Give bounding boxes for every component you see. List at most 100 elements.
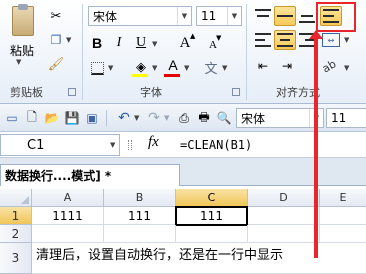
cell-d1[interactable] [248, 207, 320, 225]
print-preview-icon[interactable]: ⎙ [176, 110, 192, 126]
copy-dropdown-icon[interactable]: ▼ [66, 36, 71, 44]
annotation-highlight-box [316, 2, 356, 32]
workbook-tab[interactable]: 数据换行....模式] * [0, 164, 180, 186]
shrink-arrow-icon: ▼ [216, 34, 222, 42]
cell-a3-text: 清理后，设置自动换行，还是在一行中显示 [36, 247, 284, 263]
ribbon: 粘贴 ▼ ✂ ❐ ▼ 🖌 剪贴板 宋体 ▼ 11 ▼ B I U ▼ A ▲ A… [0, 0, 366, 104]
new-file-icon[interactable]: ▭ [4, 110, 20, 126]
top-align-button[interactable] [252, 6, 274, 26]
font-launcher-icon[interactable] [232, 88, 240, 96]
group-divider [246, 4, 247, 100]
column-header-d[interactable]: D [248, 189, 320, 207]
font-color-swatch [164, 74, 180, 77]
undo-dropdown-icon[interactable]: ▼ [134, 114, 139, 122]
font-name-select[interactable]: 宋体 ▼ [88, 6, 192, 26]
redo-dropdown-icon[interactable]: ▼ [164, 114, 169, 122]
redo-icon[interactable]: ↷ [146, 110, 162, 126]
formula-input[interactable]: =CLEAN(B1) [176, 134, 366, 156]
column-header-b[interactable]: B [104, 189, 176, 207]
paste-label[interactable]: 粘贴 [10, 42, 34, 59]
decrease-indent-icon[interactable]: ⇤ [254, 58, 272, 74]
column-header-c[interactable]: C [176, 189, 248, 207]
font-size-select[interactable]: 11 ▼ [196, 6, 242, 26]
clipboard-launcher-icon[interactable] [68, 88, 76, 96]
font-size-value: 11 [201, 9, 217, 23]
splitter-handle[interactable] [128, 140, 132, 150]
align-center-icon [277, 33, 293, 47]
clipboard-group-label: 剪贴板 [10, 86, 43, 99]
font-name-value: 宋体 [93, 9, 118, 24]
insert-function-button[interactable]: fx [148, 134, 159, 151]
undo-icon[interactable]: ↶ [116, 110, 132, 126]
bold-button[interactable]: B [88, 34, 106, 52]
qat-font-size-select[interactable]: 11 [326, 108, 366, 128]
chevron-down-icon[interactable]: ▼ [227, 7, 241, 25]
name-box[interactable]: C1 [0, 134, 120, 156]
corner-triangle-icon [21, 196, 29, 204]
grow-arrow-icon: ▲ [190, 32, 196, 40]
middle-align-icon [277, 9, 293, 23]
cell-c1[interactable]: 111 [175, 206, 248, 226]
middle-align-button[interactable] [274, 6, 296, 26]
merge-center-button[interactable]: ↔ [320, 30, 342, 50]
zoom-icon[interactable]: 🔍 [216, 110, 232, 126]
row-header-3[interactable]: 3 [0, 243, 32, 274]
bottom-align-icon [299, 9, 315, 23]
orientation-icon[interactable]: ab [317, 55, 341, 78]
quick-access-toolbar: ▭ 🗋 📂 💾 ▣ ↶ ▼ ↷ ▼ ⎙ 🖶 🔍 宋体 ▼ 11 [0, 104, 366, 132]
increase-indent-icon[interactable]: ⇥ [278, 58, 296, 74]
cell-e2[interactable] [320, 225, 366, 243]
borders-dropdown-icon[interactable]: ▼ [108, 64, 113, 72]
align-left-icon [255, 33, 271, 47]
open-folder-icon[interactable]: 📂 [44, 110, 60, 126]
qat-font-size-value: 11 [331, 111, 347, 125]
cell-e1[interactable] [320, 207, 366, 225]
cell-c2[interactable] [176, 225, 248, 243]
formula-bar: C1 ▼ fx =CLEAN(B1) [0, 132, 366, 158]
column-header-a[interactable]: A [32, 189, 104, 207]
qat-font-name-select[interactable]: 宋体 ▼ [236, 108, 324, 128]
fill-color-dropdown-icon[interactable]: ▼ [152, 64, 157, 72]
format-painter-icon[interactable]: 🖌 [48, 56, 65, 72]
row-header-2[interactable]: 2 [0, 225, 32, 243]
underline-dropdown-icon[interactable]: ▼ [152, 40, 157, 48]
toolbar-divider [106, 110, 107, 126]
save-icon[interactable]: 💾 [64, 110, 80, 126]
orientation-dropdown-icon[interactable]: ▼ [344, 64, 349, 72]
paste-dropdown-icon[interactable]: ▼ [16, 58, 21, 66]
chevron-down-icon[interactable]: ▼ [177, 7, 191, 25]
phonetic-dropdown-icon[interactable]: ▼ [222, 64, 227, 72]
qat-font-name-value: 宋体 [241, 111, 266, 126]
cell-a2[interactable] [32, 225, 104, 243]
new-doc-icon[interactable]: 🗋 [24, 110, 40, 126]
cell-b2[interactable] [104, 225, 176, 243]
underline-button[interactable]: U [132, 34, 150, 52]
italic-button[interactable]: I [110, 34, 128, 52]
merge-dropdown-icon[interactable]: ▼ [344, 36, 349, 44]
name-box-dropdown-icon[interactable]: ▼ [110, 141, 115, 149]
merge-center-icon: ↔ [322, 33, 340, 47]
fill-color-swatch [132, 74, 148, 77]
column-header-e[interactable]: E [320, 189, 366, 207]
align-center-button[interactable] [274, 30, 296, 50]
phonetic-icon[interactable]: 文 [202, 58, 220, 77]
cell-b1[interactable]: 111 [104, 207, 176, 225]
annotation-arrowhead-icon [309, 30, 323, 39]
row-header-1[interactable]: 1 [0, 207, 32, 225]
cell-a1[interactable]: 1111 [32, 207, 104, 225]
select-all-corner[interactable] [0, 189, 32, 207]
print-icon[interactable]: 🖶 [196, 110, 212, 126]
copy-icon[interactable]: ❐ [48, 32, 64, 48]
bottom-align-button[interactable] [296, 6, 318, 26]
group-divider [82, 4, 83, 100]
annotation-line [314, 36, 318, 258]
save-as-icon[interactable]: ▣ [84, 110, 100, 126]
borders-icon[interactable] [88, 60, 106, 76]
cell-d2[interactable] [248, 225, 320, 243]
top-align-icon [255, 9, 271, 23]
font-color-button[interactable]: A [164, 56, 182, 74]
align-left-button[interactable] [252, 30, 274, 50]
font-color-dropdown-icon[interactable]: ▼ [184, 64, 189, 72]
paste-icon[interactable] [12, 4, 34, 36]
cut-icon[interactable]: ✂ [48, 8, 64, 24]
